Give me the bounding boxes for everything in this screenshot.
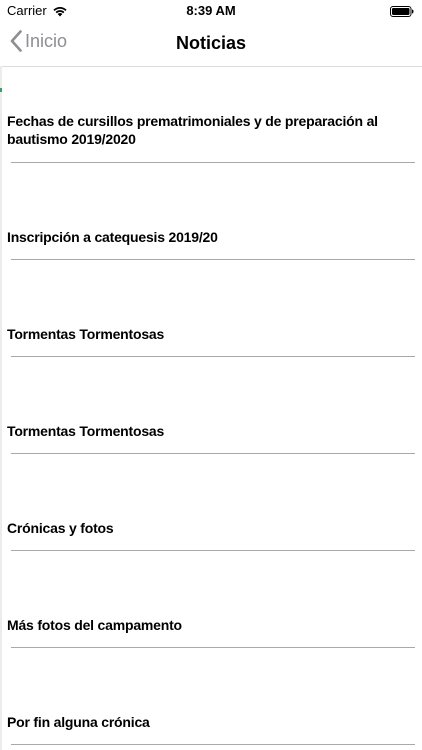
news-item-title: Crónicas y fotos: [7, 520, 114, 536]
news-item-title: Inscripción a catequesis 2019/20: [7, 229, 218, 245]
news-item[interactable]: Tormentas Tormentosas: [0, 260, 422, 357]
news-item-title: Tormentas Tormentosas: [7, 423, 165, 439]
back-button-label: Inicio: [25, 30, 68, 51]
chevron-left-icon: [10, 30, 22, 52]
news-item[interactable]: Crónicas y fotos: [0, 454, 422, 551]
divider: [11, 744, 415, 745]
news-item[interactable]: Inscripción a catequesis 2019/20: [0, 163, 422, 260]
news-item[interactable]: Más fotos del campamento: [0, 551, 422, 648]
news-item-title: Por fin alguna crónica: [7, 714, 150, 730]
battery-icon: [390, 5, 414, 17]
back-button[interactable]: Inicio: [10, 30, 67, 52]
news-item-title: Tormentas Tormentosas: [7, 326, 165, 342]
news-item-title: Fechas de cursillos prematrimoniales y d…: [7, 113, 378, 147]
news-list: Fechas de cursillos prematrimoniales y d…: [0, 66, 422, 745]
news-item[interactable]: Tormentas Tormentosas: [0, 357, 422, 454]
status-time: 8:39 AM: [186, 3, 236, 18]
navigation-bar: Inicio Noticias: [0, 22, 422, 67]
news-item[interactable]: Fechas de cursillos prematrimoniales y d…: [0, 66, 422, 163]
news-item[interactable]: Por fin alguna crónica: [0, 648, 422, 745]
status-bar: Carrier 8:39 AM: [0, 0, 422, 22]
news-item-title: Más fotos del campamento: [7, 617, 182, 633]
